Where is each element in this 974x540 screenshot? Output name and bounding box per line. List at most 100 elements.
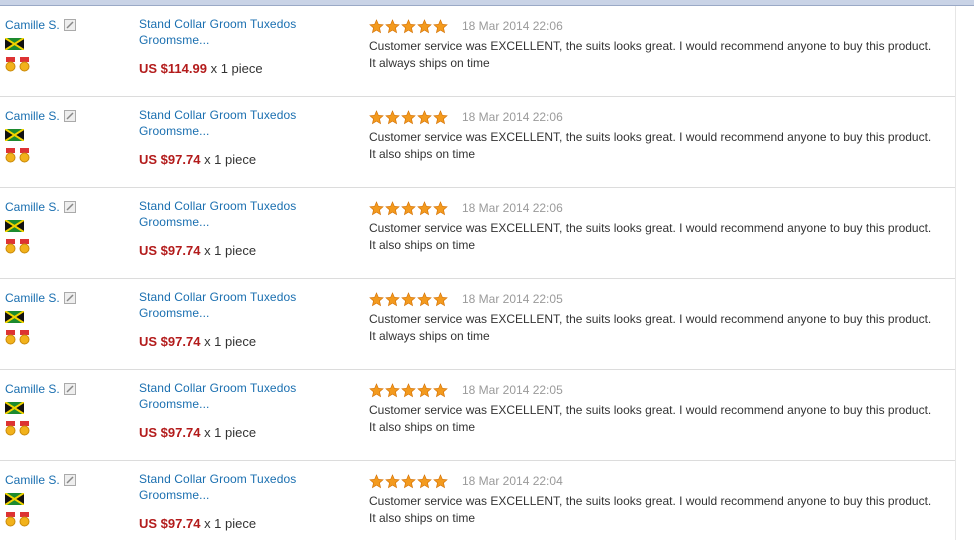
price: US $97.74 bbox=[139, 516, 201, 531]
product-title-line-1[interactable]: Stand Collar Groom Tuxedos bbox=[139, 16, 349, 32]
star-icon bbox=[369, 109, 384, 124]
product-title-line-1[interactable]: Stand Collar Groom Tuxedos bbox=[139, 198, 349, 214]
star-icon bbox=[369, 18, 384, 33]
star-icon bbox=[417, 382, 432, 397]
feedback-date: 18 Mar 2014 22:05 bbox=[462, 383, 563, 397]
comment-line-1: Customer service was EXCELLENT, the suit… bbox=[369, 130, 932, 144]
edit-icon[interactable] bbox=[63, 19, 76, 31]
buyer-medals bbox=[5, 57, 130, 72]
star-rating bbox=[369, 200, 448, 216]
product-info: Stand Collar Groom Tuxedos Groomsme... U… bbox=[139, 471, 349, 532]
feedback-date: 18 Mar 2014 22:06 bbox=[462, 19, 563, 33]
medal-icon bbox=[5, 512, 16, 527]
comment-line-2: It also ships on time bbox=[369, 420, 476, 434]
buyer-name-link[interactable]: Camille S. bbox=[5, 200, 60, 214]
medal-icon bbox=[19, 512, 30, 527]
star-icon bbox=[417, 473, 432, 488]
buyer-info: Camille S. bbox=[5, 199, 130, 254]
star-icon bbox=[401, 473, 416, 488]
feedback-content: 18 Mar 2014 22:05 Customer service was E… bbox=[369, 290, 954, 345]
product-info: Stand Collar Groom Tuxedos Groomsme... U… bbox=[139, 198, 349, 259]
medal-icon bbox=[5, 57, 16, 72]
product-title-link[interactable]: Stand Collar Groom Tuxedos Groomsme... bbox=[139, 471, 349, 503]
star-icon bbox=[417, 291, 432, 306]
product-title-line-2[interactable]: Groomsme... bbox=[139, 32, 349, 48]
star-rating bbox=[369, 18, 448, 34]
star-icon bbox=[369, 382, 384, 397]
buyer-line: Camille S. bbox=[5, 17, 130, 33]
buyer-name-link[interactable]: Camille S. bbox=[5, 382, 60, 396]
quantity: x 1 piece bbox=[204, 334, 257, 349]
star-icon bbox=[369, 473, 384, 488]
comment-line-2: It also ships on time bbox=[369, 147, 476, 161]
product-price-line: US $97.74 x 1 piece bbox=[139, 243, 349, 259]
feedback-content: 18 Mar 2014 22:05 Customer service was E… bbox=[369, 381, 954, 436]
rating-line: 18 Mar 2014 22:05 bbox=[369, 290, 954, 308]
feedback-comment: Customer service was EXCELLENT, the suit… bbox=[369, 38, 954, 72]
product-info: Stand Collar Groom Tuxedos Groomsme... U… bbox=[139, 380, 349, 441]
jamaica-flag-icon bbox=[5, 129, 24, 141]
product-title-line-2[interactable]: Groomsme... bbox=[139, 305, 349, 321]
star-icon bbox=[433, 291, 448, 306]
product-title-line-1[interactable]: Stand Collar Groom Tuxedos bbox=[139, 380, 349, 396]
star-rating bbox=[369, 382, 448, 398]
feedback-content: 18 Mar 2014 22:06 Customer service was E… bbox=[369, 108, 954, 163]
star-icon bbox=[417, 109, 432, 124]
product-title-line-2[interactable]: Groomsme... bbox=[139, 123, 349, 139]
rating-line: 18 Mar 2014 22:04 bbox=[369, 472, 954, 490]
comment-line-1: Customer service was EXCELLENT, the suit… bbox=[369, 221, 932, 235]
product-info: Stand Collar Groom Tuxedos Groomsme... U… bbox=[139, 289, 349, 350]
product-title-line-2[interactable]: Groomsme... bbox=[139, 396, 349, 412]
edit-icon[interactable] bbox=[63, 201, 76, 213]
product-price-line: US $97.74 x 1 piece bbox=[139, 334, 349, 350]
edit-icon[interactable] bbox=[63, 110, 76, 122]
buyer-line: Camille S. bbox=[5, 290, 130, 306]
star-icon bbox=[433, 200, 448, 215]
feedback-row: Camille S. Stand Collar Groom Tuxedos Gr… bbox=[0, 6, 955, 97]
edit-icon[interactable] bbox=[63, 383, 76, 395]
medal-icon bbox=[5, 239, 16, 254]
product-title-line-1[interactable]: Stand Collar Groom Tuxedos bbox=[139, 289, 349, 305]
buyer-name-link[interactable]: Camille S. bbox=[5, 473, 60, 487]
product-info: Stand Collar Groom Tuxedos Groomsme... U… bbox=[139, 16, 349, 77]
buyer-info: Camille S. bbox=[5, 290, 130, 345]
jamaica-flag-icon bbox=[5, 220, 24, 232]
edit-icon[interactable] bbox=[63, 474, 76, 486]
quantity: x 1 piece bbox=[204, 516, 257, 531]
star-icon bbox=[433, 382, 448, 397]
buyer-name-link[interactable]: Camille S. bbox=[5, 18, 60, 32]
product-title-link[interactable]: Stand Collar Groom Tuxedos Groomsme... bbox=[139, 198, 349, 230]
product-title-line-2[interactable]: Groomsme... bbox=[139, 214, 349, 230]
feedback-row: Camille S. Stand Collar Groom Tuxedos Gr… bbox=[0, 461, 955, 540]
feedback-date: 18 Mar 2014 22:04 bbox=[462, 474, 563, 488]
star-icon bbox=[385, 291, 400, 306]
buyer-medals bbox=[5, 421, 130, 436]
jamaica-flag-icon bbox=[5, 493, 24, 505]
star-icon bbox=[433, 109, 448, 124]
buyer-info: Camille S. bbox=[5, 381, 130, 436]
product-title-link[interactable]: Stand Collar Groom Tuxedos Groomsme... bbox=[139, 16, 349, 48]
star-icon bbox=[369, 200, 384, 215]
product-title-link[interactable]: Stand Collar Groom Tuxedos Groomsme... bbox=[139, 289, 349, 321]
product-price-line: US $97.74 x 1 piece bbox=[139, 152, 349, 168]
buyer-medals bbox=[5, 330, 130, 345]
product-title-link[interactable]: Stand Collar Groom Tuxedos Groomsme... bbox=[139, 380, 349, 412]
star-icon bbox=[417, 200, 432, 215]
product-title-line-1[interactable]: Stand Collar Groom Tuxedos bbox=[139, 471, 349, 487]
comment-line-2: It also ships on time bbox=[369, 511, 476, 525]
buyer-name-link[interactable]: Camille S. bbox=[5, 109, 60, 123]
product-title-link[interactable]: Stand Collar Groom Tuxedos Groomsme... bbox=[139, 107, 349, 139]
star-icon bbox=[369, 291, 384, 306]
feedback-row: Camille S. Stand Collar Groom Tuxedos Gr… bbox=[0, 279, 955, 370]
quantity: x 1 piece bbox=[204, 243, 257, 258]
rating-line: 18 Mar 2014 22:06 bbox=[369, 17, 954, 35]
product-title-line-2[interactable]: Groomsme... bbox=[139, 487, 349, 503]
product-title-line-1[interactable]: Stand Collar Groom Tuxedos bbox=[139, 107, 349, 123]
buyer-info: Camille S. bbox=[5, 472, 130, 527]
quantity: x 1 piece bbox=[210, 61, 263, 76]
medal-icon bbox=[5, 421, 16, 436]
buyer-name-link[interactable]: Camille S. bbox=[5, 291, 60, 305]
star-icon bbox=[385, 382, 400, 397]
edit-icon[interactable] bbox=[63, 292, 76, 304]
buyer-line: Camille S. bbox=[5, 472, 130, 488]
